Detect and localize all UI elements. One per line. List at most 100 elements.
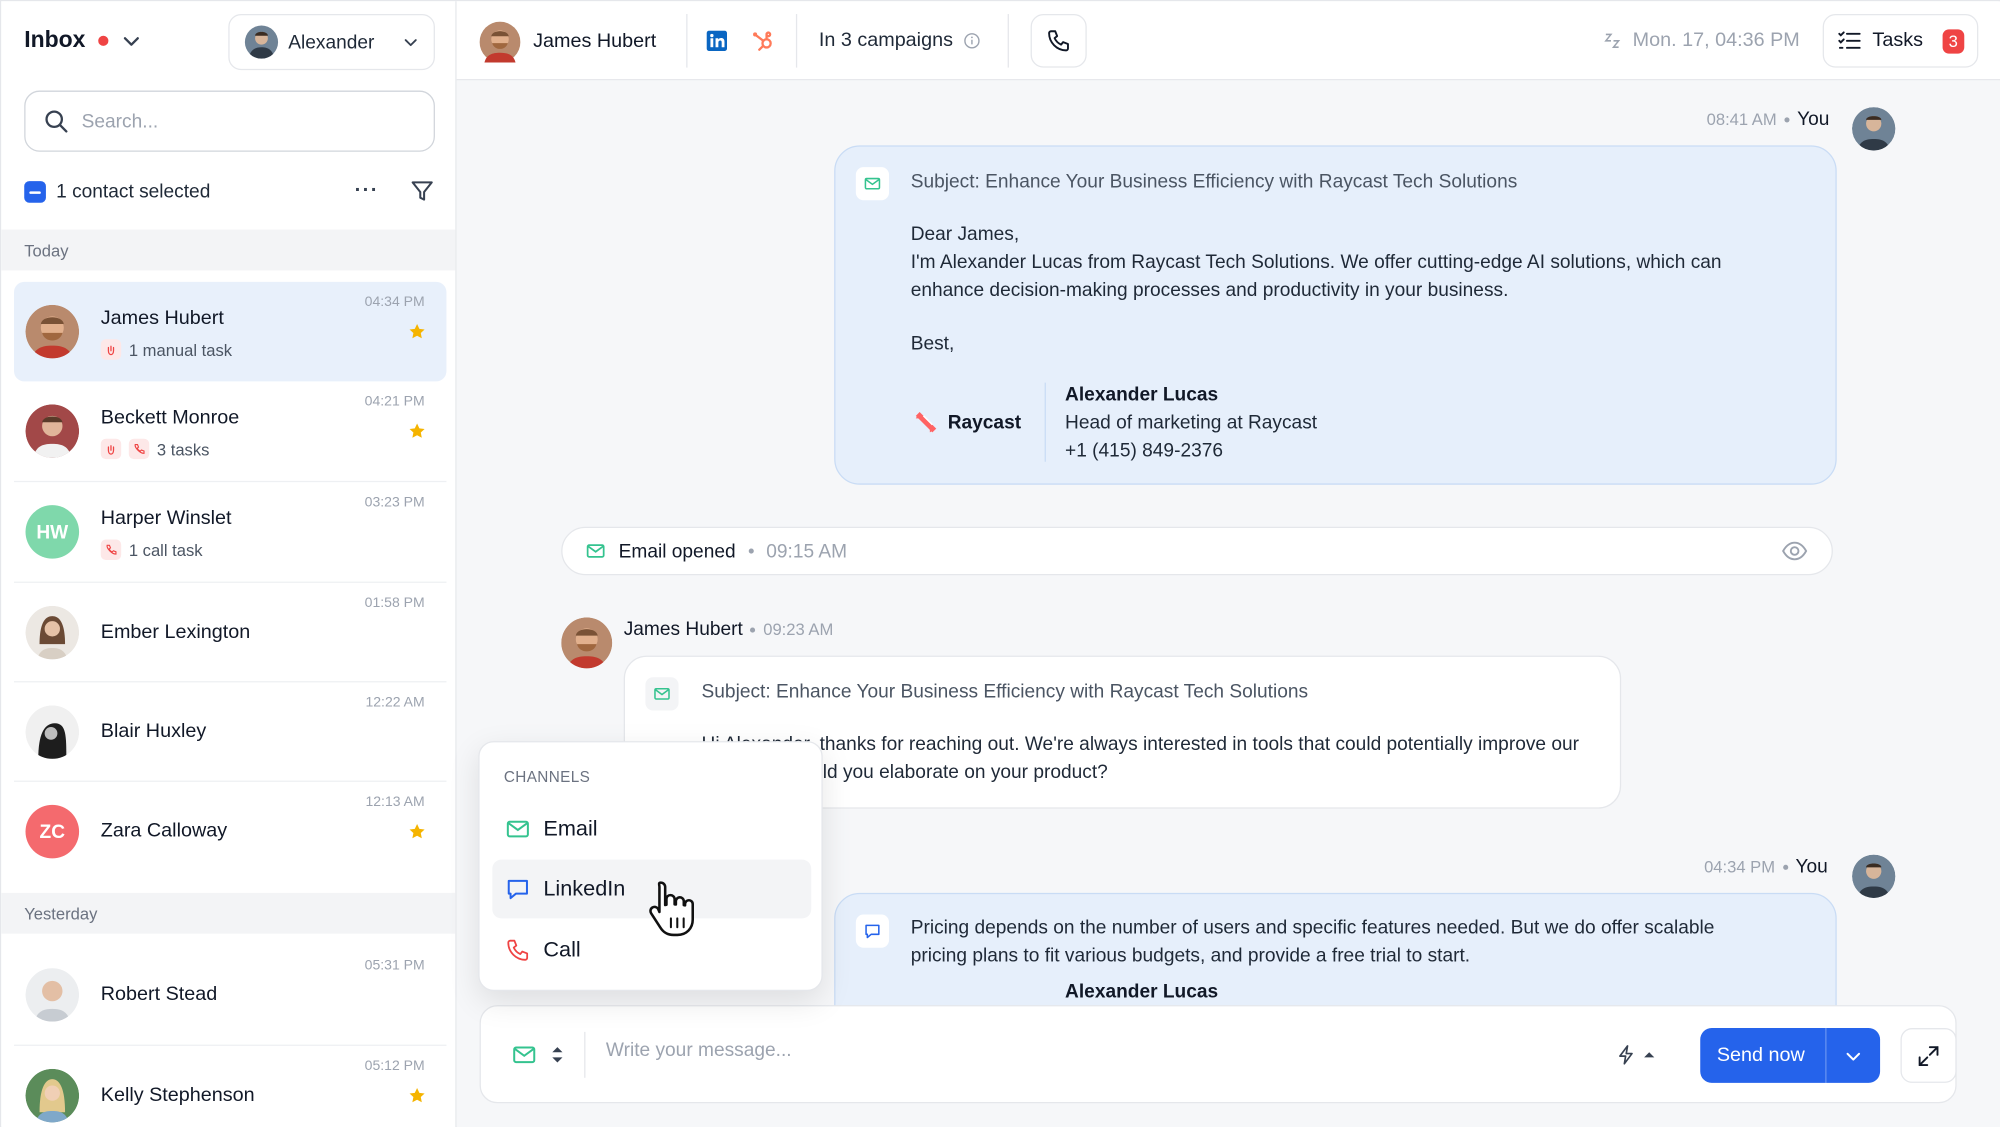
message-sender: You	[1797, 108, 1830, 131]
contact-item[interactable]: Robert Stead 05:31 PM	[14, 945, 446, 1044]
task-label: 1 manual task	[128, 339, 233, 360]
contact-item[interactable]: Ember Lexington 01:58 PM	[14, 583, 446, 682]
send-button[interactable]: Send now	[1700, 1028, 1881, 1083]
campaigns-label: In 3 campaigns	[818, 29, 953, 52]
avatar	[25, 968, 80, 1022]
user-selector[interactable]: Alexander	[228, 14, 435, 71]
email-line: Hi Alexander, thanks for reaching out. W…	[701, 733, 1580, 756]
contact-name: Robert Stead	[100, 983, 218, 1006]
message-sender: James Hubert	[623, 618, 743, 641]
email-greeting: Dear James,	[910, 223, 1020, 245]
inbox-selector[interactable]: Inbox	[24, 27, 144, 54]
header-contact[interactable]: James Hubert	[479, 21, 657, 63]
chevron-down-icon	[123, 36, 139, 46]
selection-row: 1 contact selected ···	[24, 177, 435, 205]
channel-label: Call	[543, 937, 581, 962]
linkedin-icon[interactable]	[706, 30, 728, 52]
send-options-button[interactable]	[1825, 1028, 1880, 1083]
channels-header: CHANNELS	[503, 767, 591, 786]
contact-item[interactable]: James Hubert 04:34 PM 1 manual task	[14, 281, 447, 382]
send-label: Send now	[1716, 1043, 1805, 1066]
signature-name: Alexander Lucas	[1065, 980, 1219, 1003]
star-icon[interactable]	[408, 323, 426, 341]
select-all-checkbox[interactable]	[24, 180, 46, 203]
tasks-count-badge: 3	[1942, 28, 1965, 53]
contact-name: Zara Calloway	[100, 820, 228, 842]
inbox-title: Inbox	[24, 26, 86, 53]
contact-time: 04:34 PM	[364, 294, 425, 310]
contact-item[interactable]: Blair Huxley 12:22 AM	[14, 682, 446, 781]
message-line: Pricing depends on the number of users a…	[910, 917, 1715, 939]
channel-label: LinkedIn	[543, 876, 626, 901]
lightning-icon	[1619, 1045, 1633, 1065]
channel-label: Email	[543, 816, 598, 841]
divider	[686, 14, 688, 68]
info-icon	[964, 33, 980, 49]
star-icon[interactable]	[408, 1087, 426, 1105]
conversation-sidebar: Inbox Alexander 1 contact selected ··· T…	[1, 1, 457, 1127]
email-icon	[506, 820, 529, 838]
phone-icon	[128, 438, 150, 460]
selected-count: 1 contact selected	[56, 180, 211, 203]
filter-icon[interactable]	[409, 179, 435, 205]
email-line: business. Could you elaborate on your pr…	[701, 761, 1108, 784]
message-meta: 08:41 AM You	[1707, 108, 1830, 130]
quick-actions-button[interactable]	[1615, 1043, 1656, 1066]
signature-phone: +1 (415) 849-2376	[1065, 440, 1224, 462]
current-datetime: Mon. 17, 04:36 PM	[1602, 29, 1800, 52]
message-sender: You	[1795, 855, 1828, 878]
outgoing-email-bubble: Subject: Enhance Your Business Efficienc…	[834, 145, 1837, 485]
campaigns-info[interactable]: In 3 campaigns	[819, 29, 981, 52]
tasks-label: Tasks	[1872, 29, 1923, 52]
avatar	[479, 21, 521, 63]
expand-button[interactable]	[1900, 1028, 1957, 1083]
today-header: Today	[1, 229, 456, 271]
message-time: 04:34 PM	[1704, 857, 1776, 877]
header-contact-name: James Hubert	[533, 30, 657, 53]
search-box	[24, 90, 435, 152]
avatar	[25, 404, 80, 458]
contact-item[interactable]: Kelly Stephenson 05:12 PM	[14, 1046, 446, 1127]
email-line: enhance decision-making processes and pr…	[910, 279, 1509, 302]
star-icon[interactable]	[408, 823, 426, 841]
divider	[795, 14, 798, 68]
channels-menu: CHANNELS Email LinkedIn Call	[478, 741, 823, 992]
message-time: 08:41 AM	[1706, 109, 1777, 129]
search-input[interactable]	[81, 110, 416, 133]
divider	[1044, 382, 1046, 462]
contact-time: 01:58 PM	[364, 595, 425, 611]
email-line: I'm Alexander Lucas from Raycast Tech So…	[910, 251, 1722, 273]
hubspot-icon[interactable]	[750, 28, 776, 54]
tasks-button[interactable]: Tasks 3	[1822, 14, 1979, 68]
email-icon	[855, 167, 890, 201]
separator-dot	[750, 626, 756, 633]
email-body: Dear James, I'm Alexander Lucas from Ray…	[911, 221, 1804, 359]
chevron-down-icon	[1846, 1052, 1861, 1060]
contact-item[interactable]: HW Harper Winslet 03:23 PM 1 call task	[14, 482, 446, 581]
expand-icon	[1918, 1045, 1939, 1066]
more-options-icon[interactable]: ···	[355, 180, 379, 203]
message-composer: Send now	[479, 1005, 1957, 1104]
contact-item[interactable]: Beckett Monroe 04:21 PM 3 tasks	[14, 381, 446, 480]
sort-arrows-icon	[552, 1047, 563, 1063]
contact-name: Beckett Monroe	[100, 406, 240, 429]
signature-title: Head of marketing at Raycast	[1065, 411, 1318, 434]
message-input[interactable]	[605, 1039, 1499, 1062]
call-button[interactable]	[1030, 14, 1087, 68]
user-name: Alexander	[288, 31, 375, 53]
contact-item[interactable]: ZC Zara Calloway 12:13 AM	[14, 782, 446, 881]
eye-icon[interactable]	[1781, 537, 1809, 565]
hand-icon	[100, 438, 122, 460]
channel-switcher[interactable]	[511, 1042, 565, 1068]
app-window: Inbox Alexander 1 contact selected ··· T…	[0, 0, 2000, 1127]
star-icon[interactable]	[408, 422, 426, 440]
channel-option-email[interactable]: Email	[492, 800, 811, 859]
contact-tasks: 1 call task	[100, 539, 203, 560]
email-signature: Alexander Lucas Head of marketing at Ray…	[1065, 381, 1317, 465]
contact-name: Kelly Stephenson	[100, 1084, 255, 1106]
email-subject: Subject: Enhance Your Business Efficienc…	[701, 681, 1309, 703]
brand-name: Raycast	[947, 411, 1022, 434]
email-icon	[513, 1046, 536, 1064]
message-line: pricing plans to fit various budgets, an…	[910, 945, 1471, 967]
divider	[1007, 14, 1009, 68]
